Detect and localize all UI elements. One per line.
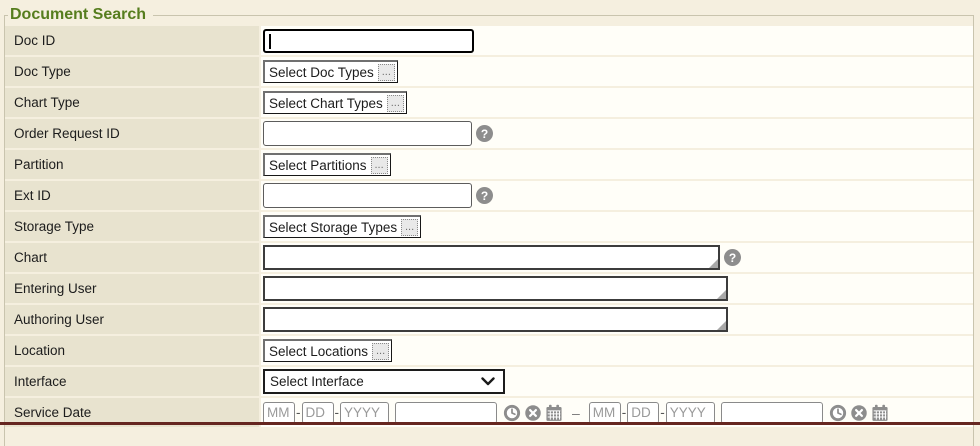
storage-type-label: Storage Type [5,212,259,241]
location-picker-text: Select Locations [269,344,368,359]
interface-select[interactable]: Select Interface [263,369,505,394]
help-icon[interactable]: ? [476,125,493,142]
help-icon[interactable]: ? [476,187,493,204]
date-separator: - [335,405,340,420]
help-icon[interactable]: ? [724,249,741,266]
date-separator: - [296,405,301,420]
service-date-to-group: - - [589,402,889,424]
order-request-id-input[interactable] [263,121,472,146]
form-row-entering-user: Entering User [5,274,973,303]
resize-handle-icon[interactable] [709,259,718,268]
form-row-doc-id: Doc ID [5,26,973,55]
doc-type-picker-text: Select Doc Types [269,65,374,80]
entering-user-textarea[interactable] [263,276,728,301]
ext-id-label: Ext ID [5,181,259,210]
form-row-location: Location Select Locations ... [5,336,973,365]
location-picker[interactable]: Select Locations ... [263,339,392,362]
calendar-icon[interactable] [871,404,889,422]
form-row-partition: Partition Select Partitions ... [5,150,973,179]
doc-type-label: Doc Type [5,57,259,86]
form-row-chart-type: Chart Type Select Chart Types ... [5,88,973,117]
interface-selected-value: Select Interface [270,374,364,389]
service-date-to-time-input[interactable] [721,402,823,424]
form-row-ext-id: Ext ID ? [5,181,973,210]
storage-type-more-button[interactable]: ... [401,219,418,236]
date-separator: - [622,405,627,420]
service-date-to-year-input[interactable] [666,402,715,424]
chart-type-more-button[interactable]: ... [387,95,404,112]
chart-type-picker-text: Select Chart Types [269,96,383,111]
doc-id-input[interactable] [263,29,474,53]
doc-type-picker[interactable]: Select Doc Types ... [263,60,398,83]
calendar-icon[interactable] [545,404,563,422]
order-request-id-label: Order Request ID [5,119,259,148]
doc-id-label: Doc ID [5,26,259,55]
page-title: Document Search [8,6,153,24]
location-label: Location [5,336,259,365]
partition-picker[interactable]: Select Partitions ... [263,153,391,176]
clock-icon[interactable] [829,404,847,422]
interface-label: Interface [5,367,259,396]
doc-type-more-button[interactable]: ... [378,64,395,81]
form-row-interface: Interface Select Interface [5,367,973,396]
form-row-storage-type: Storage Type Select Storage Types ... [5,212,973,241]
service-date-from-group: - - [263,402,563,424]
storage-type-picker-text: Select Storage Types [269,220,397,235]
clear-icon[interactable] [524,404,542,422]
location-more-button[interactable]: ... [372,343,389,360]
form-row-order-request-id: Order Request ID ? [5,119,973,148]
chart-type-picker[interactable]: Select Chart Types ... [263,91,407,114]
date-separator: - [660,405,665,420]
chart-textarea[interactable] [263,245,720,270]
service-date-from-time-input[interactable] [395,402,497,424]
form-row-doc-type: Doc Type Select Doc Types ... [5,57,973,86]
partition-more-button[interactable]: ... [371,157,388,174]
chart-label: Chart [5,243,259,272]
resize-handle-icon[interactable] [717,321,726,330]
service-date-to-month-input[interactable] [589,402,621,424]
entering-user-label: Entering User [5,274,259,303]
chevron-down-icon [481,377,495,386]
clock-icon[interactable] [503,404,521,422]
partition-label: Partition [5,150,259,179]
form-row-chart: Chart ? [5,243,973,272]
service-date-to-day-input[interactable] [627,402,659,424]
document-search-form: Document Search Doc ID Doc Type Select D… [4,6,974,446]
date-range-separator: – [572,405,580,421]
form-row-authoring-user: Authoring User [5,305,973,334]
ext-id-input[interactable] [263,183,472,208]
service-date-from-year-input[interactable] [340,402,389,424]
service-date-from-month-input[interactable] [263,402,295,424]
service-date-from-day-input[interactable] [302,402,334,424]
clear-icon[interactable] [850,404,868,422]
partition-picker-text: Select Partitions [269,158,367,173]
chart-type-label: Chart Type [5,88,259,117]
authoring-user-textarea[interactable] [263,307,728,332]
storage-type-picker[interactable]: Select Storage Types ... [263,215,421,238]
authoring-user-label: Authoring User [5,305,259,334]
resize-handle-icon[interactable] [717,290,726,299]
